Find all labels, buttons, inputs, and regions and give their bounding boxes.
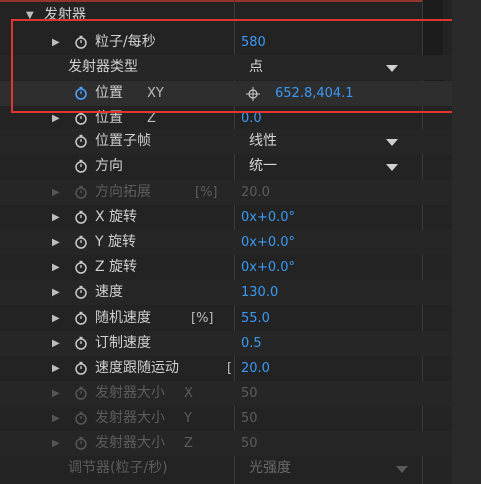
effect-controls-panel: ▼ 发射器 ▶ 粒子/每秒 580 发射器类型 点 位置 XY 652.8,40… bbox=[0, 0, 460, 484]
stopwatch-icon[interactable] bbox=[74, 311, 88, 325]
prop-row: ▶ 发射器大小 Y 50 bbox=[0, 406, 452, 431]
triangle-right-icon[interactable]: ▶ bbox=[52, 180, 60, 205]
dropdown-value: 线性 bbox=[249, 133, 277, 149]
prop-row: ▶ 发射器大小 Z 50 bbox=[0, 431, 452, 456]
prop-row: ▶ 速度 130.0 bbox=[0, 280, 452, 305]
prop-row: ▶ 方向拓展 [%] 20.0 bbox=[0, 180, 452, 205]
prop-label: X 旋转 bbox=[95, 209, 138, 225]
triangle-right-icon[interactable]: ▶ bbox=[52, 205, 60, 230]
prop-row: 方向 统一 bbox=[0, 154, 452, 179]
prop-label: 方向拓展 bbox=[95, 184, 151, 200]
prop-label: 发射器大小 bbox=[95, 410, 165, 426]
prop-label: 速度跟随运动 bbox=[95, 360, 179, 376]
prop-value[interactable]: 0.5 bbox=[241, 331, 262, 356]
stopwatch-icon bbox=[75, 185, 87, 199]
prop-sublabel: Y bbox=[184, 411, 192, 426]
chevron-down-icon bbox=[396, 466, 408, 473]
triangle-right-icon[interactable]: ▶ bbox=[52, 331, 60, 356]
triangle-right-icon[interactable]: ▶ bbox=[52, 230, 60, 255]
prop-sublabel: [%] bbox=[195, 185, 218, 200]
scrollbar-track[interactable] bbox=[452, 0, 481, 484]
direction-dropdown[interactable]: 统一 bbox=[241, 156, 406, 177]
prop-value[interactable]: 20.0 bbox=[241, 356, 270, 381]
prop-value: 50 bbox=[241, 386, 258, 401]
selected-effect-bar bbox=[0, 0, 430, 2]
prop-label: 调节器(粒子/秒) bbox=[68, 460, 168, 476]
stopwatch-icon[interactable] bbox=[74, 134, 88, 148]
chevron-down-icon bbox=[386, 139, 398, 146]
prop-label: 发射器大小 bbox=[95, 435, 165, 451]
subframe-dropdown[interactable]: 线性 bbox=[241, 131, 406, 152]
prop-label: 速度 bbox=[95, 284, 123, 300]
prop-value[interactable]: 0x+0.0° bbox=[241, 255, 295, 280]
prop-row: ▶ 随机速度 [%] 55.0 bbox=[0, 306, 452, 331]
prop-sublabel: X bbox=[184, 386, 193, 401]
stopwatch-icon[interactable] bbox=[74, 235, 88, 249]
stopwatch-icon[interactable] bbox=[74, 210, 88, 224]
prop-label: 位置子帧 bbox=[95, 133, 151, 149]
prop-row: ▶ 速度跟随运动 [ 20.0 bbox=[0, 356, 452, 381]
modulator-dropdown: 光强度 bbox=[241, 458, 416, 479]
prop-value: 20.0 bbox=[241, 185, 270, 200]
triangle-right-icon[interactable]: ▶ bbox=[52, 381, 60, 406]
prop-label: Y 旋转 bbox=[95, 234, 137, 250]
stopwatch-icon bbox=[75, 436, 87, 450]
stopwatch-icon[interactable] bbox=[74, 285, 88, 299]
triangle-right-icon[interactable]: ▶ bbox=[52, 255, 60, 280]
stopwatch-icon[interactable] bbox=[74, 260, 88, 274]
annotation-highlight-box bbox=[11, 19, 460, 113]
prop-row: ▶ 发射器大小 X 50 bbox=[0, 381, 452, 406]
prop-value: 50 bbox=[241, 411, 258, 426]
prop-label: 发射器大小 bbox=[95, 385, 165, 401]
triangle-right-icon[interactable]: ▶ bbox=[52, 406, 60, 431]
triangle-right-icon[interactable]: ▶ bbox=[52, 306, 60, 331]
dropdown-value: 统一 bbox=[249, 158, 277, 174]
prop-value[interactable]: 55.0 bbox=[241, 306, 270, 331]
prop-row: 位置子帧 线性 bbox=[0, 129, 452, 154]
triangle-right-icon[interactable]: ▶ bbox=[52, 280, 60, 305]
chevron-down-icon bbox=[386, 164, 398, 171]
prop-value[interactable]: 130.0 bbox=[241, 280, 278, 305]
stopwatch-icon[interactable] bbox=[74, 111, 88, 125]
prop-row: ▶ Z 旋转 0x+0.0° bbox=[0, 255, 452, 280]
prop-sublabel: [%] bbox=[191, 311, 214, 326]
prop-label: 方向 bbox=[95, 158, 123, 174]
prop-label: 随机速度 bbox=[95, 310, 151, 326]
prop-value[interactable]: 0x+0.0° bbox=[241, 230, 295, 255]
triangle-right-icon[interactable]: ▶ bbox=[52, 356, 60, 381]
prop-label: Z 旋转 bbox=[95, 259, 138, 275]
dropdown-value: 光强度 bbox=[249, 460, 291, 476]
stopwatch-icon[interactable] bbox=[74, 361, 88, 375]
stopwatch-icon bbox=[75, 411, 87, 425]
prop-row: 调节器(粒子/秒) 光强度 bbox=[0, 456, 452, 481]
stopwatch-icon bbox=[75, 386, 87, 400]
prop-value[interactable]: 0x+0.0° bbox=[241, 205, 295, 230]
prop-row: ▶ Y 旋转 0x+0.0° bbox=[0, 230, 452, 255]
prop-row: ▶ 订制速度 0.5 bbox=[0, 331, 452, 356]
prop-label: 订制速度 bbox=[95, 335, 151, 351]
prop-row: ▶ X 旋转 0x+0.0° bbox=[0, 205, 452, 230]
prop-sublabel: Z bbox=[184, 436, 193, 451]
prop-sublabel: [ bbox=[227, 361, 233, 376]
stopwatch-icon[interactable] bbox=[74, 159, 88, 173]
triangle-right-icon[interactable]: ▶ bbox=[52, 431, 60, 456]
stopwatch-icon[interactable] bbox=[74, 336, 88, 350]
prop-value: 50 bbox=[241, 436, 258, 451]
